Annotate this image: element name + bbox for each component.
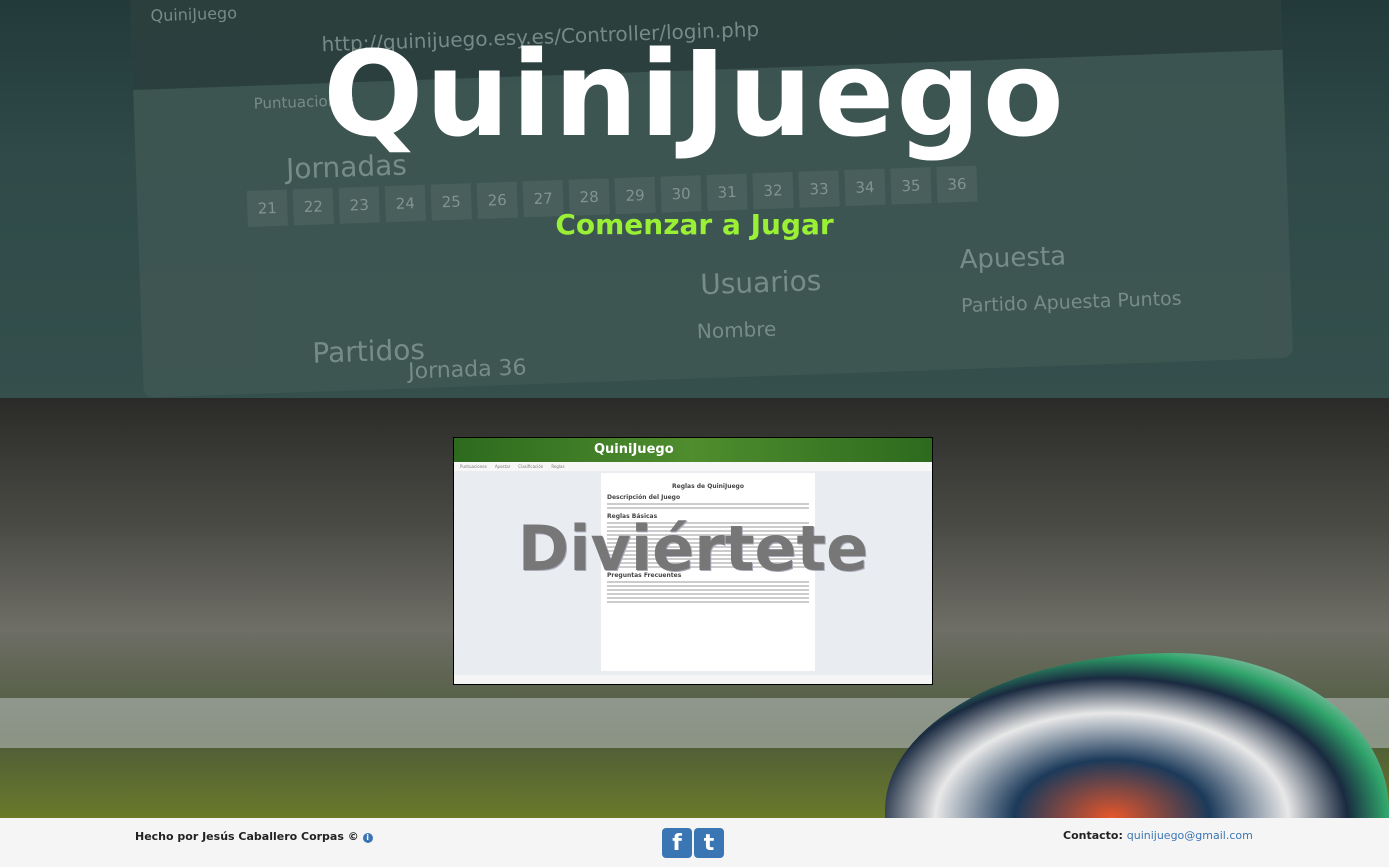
preview-footer [454, 675, 932, 684]
preview-heading: Reglas de QuiniJuego [672, 483, 744, 490]
preview-tab: Apostar [494, 464, 511, 469]
twitter-icon[interactable]: t [694, 828, 724, 858]
bg-num: 30 [660, 175, 702, 213]
preview-tab: Puntuaciones [460, 464, 487, 469]
facebook-icon[interactable]: f [662, 828, 692, 858]
bg-apuesta: Apuesta [959, 241, 1067, 276]
bg-usuarios: Usuarios [699, 264, 822, 302]
bg-jornada: Jornada 36 [407, 355, 527, 385]
preview-tabs: Puntuaciones Apostar Clasificación Reglas [454, 462, 932, 471]
contact-label: Contacto: [1063, 829, 1123, 842]
bg-num: 32 [752, 171, 794, 210]
footer: Hecho por Jesús Caballero Corpas © i f t… [0, 818, 1389, 867]
bg-num: 35 [890, 167, 932, 205]
bg-table-header: Partido Apuesta Puntos [960, 287, 1182, 318]
start-playing-link[interactable]: Comenzar a Jugar [0, 208, 1389, 241]
contact: Contacto: quinijuego@gmail.com [1063, 829, 1253, 842]
preview-section: Descripción del Juego [607, 494, 681, 501]
preview-logo: QuiniJuego [454, 438, 932, 462]
bg-app-name: QuiniJuego [150, 3, 238, 26]
site-title: QuiniJuego [323, 25, 1066, 163]
bg-num: 33 [798, 170, 840, 208]
have-fun-overlay: Diviértete [517, 512, 869, 585]
hero-section: QuiniJuego http://quinijuego.esy.es/Cont… [0, 0, 1389, 398]
email-link[interactable]: quinijuego@gmail.com [1127, 829, 1253, 842]
bg-num: 31 [706, 173, 748, 211]
bg-num: 34 [844, 168, 886, 207]
bg-num: 36 [936, 165, 978, 203]
preview-tab: Clasificación [518, 464, 544, 469]
preview-tab: Reglas [551, 464, 565, 469]
credit: Hecho por Jesús Caballero Corpas © i [135, 830, 373, 843]
social-links: f t [662, 828, 724, 858]
info-icon[interactable]: i [362, 833, 373, 843]
football-image [885, 653, 1389, 818]
credit-text: Hecho por Jesús Caballero Corpas © [135, 830, 359, 843]
bg-nombre: Nombre [696, 316, 777, 344]
